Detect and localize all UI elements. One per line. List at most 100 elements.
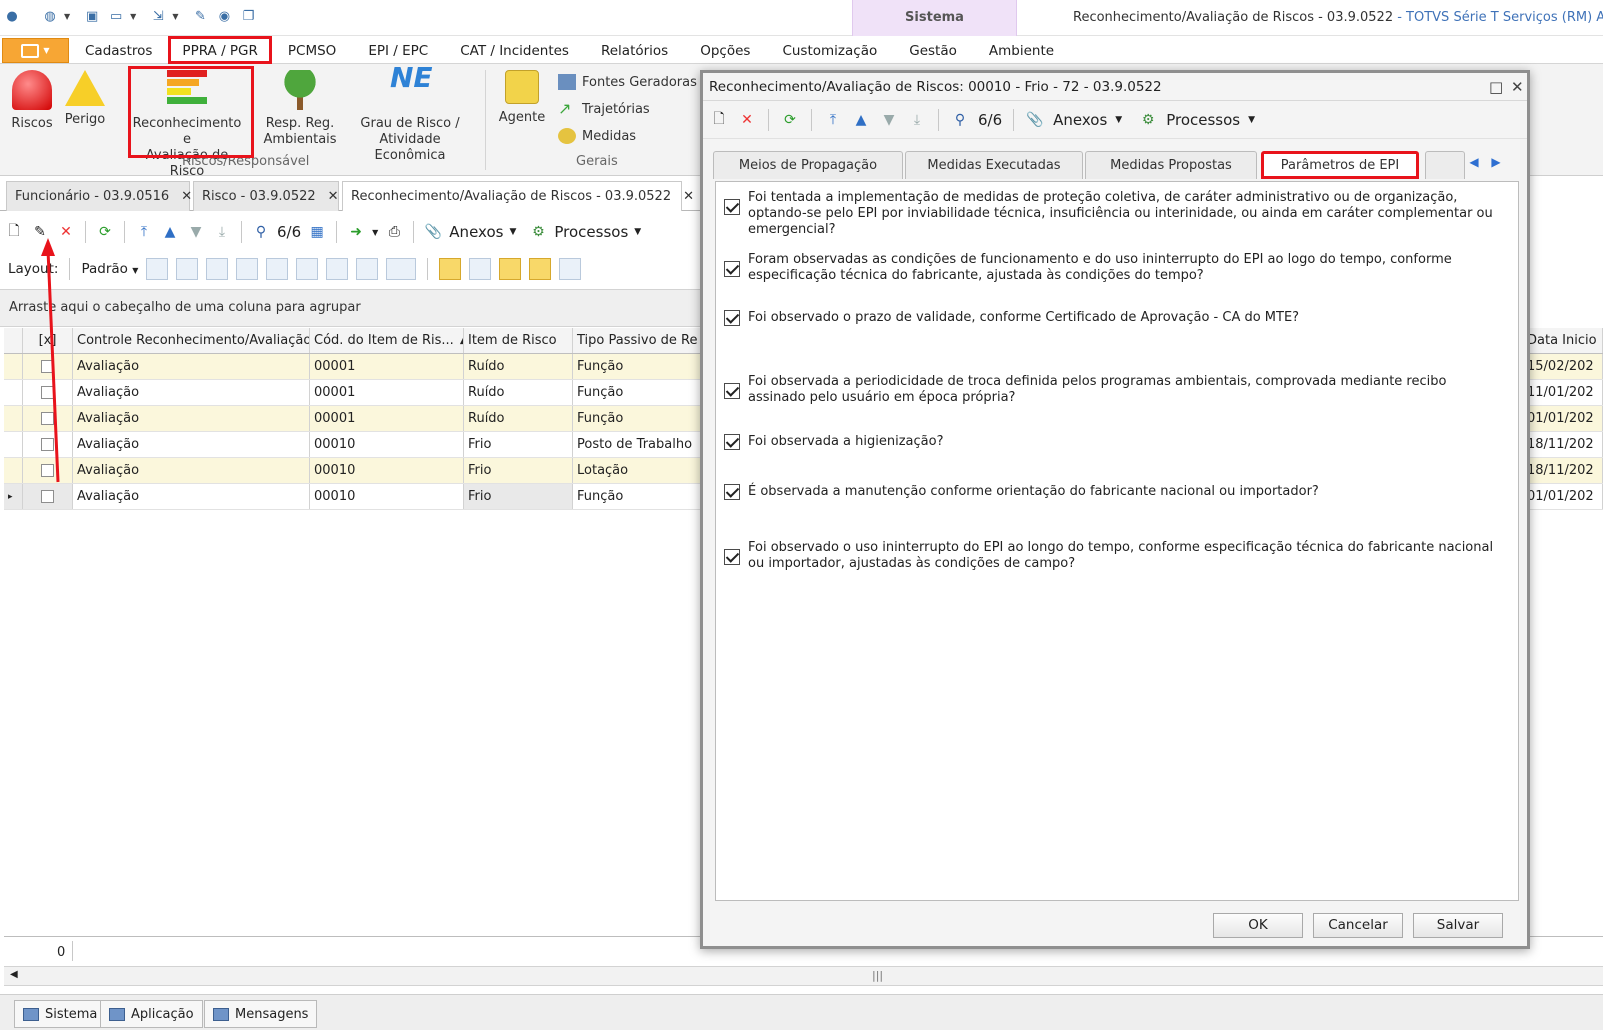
view-card-icon[interactable] <box>529 258 552 280</box>
tab-overflow[interactable] <box>1425 151 1465 179</box>
row-checkbox[interactable] <box>41 490 54 503</box>
import-icon[interactable] <box>236 258 259 280</box>
window-add-icon[interactable]: ▣ <box>82 6 102 26</box>
column-header-tipo-passivo[interactable]: Tipo Passivo de Re <box>573 328 703 353</box>
close-icon[interactable]: ✕ <box>1511 73 1524 101</box>
internet-icon[interactable]: ◉ <box>214 6 234 26</box>
gears-icon[interactable]: ⚙ <box>528 222 548 242</box>
previous-record-icon[interactable]: ▲ <box>160 222 180 242</box>
question-checkbox[interactable] <box>724 434 740 450</box>
tab-epi-epc[interactable]: EPI / EPC <box>352 36 444 64</box>
horizontal-scrollbar[interactable]: ◀ ||| <box>4 966 1603 986</box>
chevron-down-icon[interactable]: ▼ <box>130 12 136 21</box>
refresh-icon[interactable]: ⟳ <box>95 222 115 242</box>
row-checkbox[interactable] <box>41 386 54 399</box>
view-grid-icon[interactable] <box>499 258 522 280</box>
doc-tab-reconhecimento[interactable]: Reconhecimento/Avaliação de Riscos - 03.… <box>342 181 694 211</box>
epi-question-5[interactable]: Foi observada a higienização? <box>724 434 1504 450</box>
column-header-item-risco[interactable]: Item de Risco <box>464 328 573 353</box>
chevron-down-icon[interactable]: ▼ <box>64 12 70 21</box>
epi-question-7[interactable]: Foi observado o uso ininterrupto do EPI … <box>724 540 1504 572</box>
scroll-thumb[interactable]: ||| <box>872 969 883 982</box>
view-detail-icon[interactable] <box>469 258 492 280</box>
layout-delete-icon[interactable] <box>176 258 199 280</box>
tab-ambiente[interactable]: Ambiente <box>973 36 1070 64</box>
sum-icon[interactable] <box>326 258 349 280</box>
layout-save-icon[interactable] <box>146 258 169 280</box>
dialog-processos-button[interactable]: Processos <box>1166 111 1240 129</box>
status-mensagens-button[interactable]: Mensagens <box>204 1000 318 1028</box>
grau-risco-button[interactable]: NE Grau de Risco / Atividade Econômica <box>346 64 474 164</box>
next-record-icon[interactable]: ▼ <box>879 110 899 130</box>
first-record-icon[interactable]: ⤒ <box>134 222 154 242</box>
chevron-down-icon[interactable]: ▼ <box>172 12 178 21</box>
scroll-left-icon[interactable]: ◀ <box>10 969 18 980</box>
anexos-button[interactable]: Anexos <box>449 223 503 241</box>
question-checkbox[interactable] <box>724 383 740 399</box>
grid-view-icon[interactable]: ▦ <box>307 222 327 242</box>
question-checkbox[interactable] <box>724 549 740 565</box>
doc-tab-funcionario[interactable]: Funcionário - 03.9.0516 ✕ <box>6 181 192 211</box>
column-header-data-inicio[interactable]: Data Inicio <box>1523 328 1603 353</box>
app-logo-icon[interactable]: ● <box>2 6 22 26</box>
close-icon[interactable]: ✕ <box>683 189 694 204</box>
chevron-down-icon[interactable]: ▼ <box>1248 115 1255 125</box>
resp-reg-ambientais-button[interactable]: Resp. Reg. Ambientais <box>262 70 338 148</box>
tab-medidas-propostas[interactable]: Medidas Propostas <box>1085 151 1257 179</box>
epi-question-1[interactable]: Foi tentada a implementação de medidas d… <box>724 190 1504 238</box>
window-layout-icon[interactable]: ▭ <box>106 6 126 26</box>
epi-question-6[interactable]: É observada a manutenção conforme orient… <box>724 484 1504 500</box>
question-checkbox[interactable] <box>724 199 740 215</box>
application-menu-button[interactable]: ▼ <box>2 38 69 63</box>
column-header-cod-item[interactable]: Cód. do Item de Ris...▲ <box>310 328 464 353</box>
copy-icon[interactable]: ❐ <box>238 6 258 26</box>
chevron-down-icon[interactable]: ▼ <box>634 227 641 237</box>
row-checkbox[interactable] <box>41 412 54 425</box>
tab-customizacao[interactable]: Customização <box>766 36 893 64</box>
delete-icon[interactable]: ✕ <box>56 222 76 242</box>
processos-button[interactable]: Processos <box>554 223 628 241</box>
cancel-button[interactable]: Cancelar <box>1313 913 1403 938</box>
export-arrow-icon[interactable]: ➜ <box>346 222 366 242</box>
next-record-icon[interactable]: ▼ <box>186 222 206 242</box>
paperclip-icon[interactable]: 📎 <box>1025 110 1045 130</box>
binoculars-icon[interactable]: ⚲ <box>251 222 271 242</box>
riscos-button[interactable]: Riscos <box>10 70 54 132</box>
dialog-title-bar[interactable]: Reconhecimento/Avaliação de Riscos: 0001… <box>703 73 1527 101</box>
maximize-icon[interactable]: □ <box>1489 73 1503 101</box>
context-tab-sistema[interactable]: Sistema <box>852 0 1017 36</box>
tab-parametros-epi[interactable]: Parâmetros de EPI <box>1261 151 1419 179</box>
refresh-icon[interactable]: ⟳ <box>780 110 800 130</box>
tab-meios-propagacao[interactable]: Meios de Propagação <box>713 151 903 179</box>
epi-question-4[interactable]: Foi observada a periodicidade de troca d… <box>724 374 1504 406</box>
tab-cat-incidentes[interactable]: CAT / Incidentes <box>444 36 585 64</box>
highlight-icon[interactable] <box>356 258 379 280</box>
status-aplicacao-button[interactable]: Aplicação <box>100 1000 203 1028</box>
column-header-controle[interactable]: Controle Reconhecimento/Avaliação <box>73 328 310 353</box>
chart-icon[interactable] <box>386 258 417 280</box>
chevron-down-icon[interactable]: ▼ <box>1115 115 1122 125</box>
row-checkbox[interactable] <box>41 464 54 477</box>
globe-icon[interactable]: ◍ <box>40 6 60 26</box>
tab-relatorios[interactable]: Relatórios <box>585 36 684 64</box>
tab-cadastros[interactable]: Cadastros <box>69 36 168 64</box>
ok-button[interactable]: OK <box>1213 913 1303 938</box>
last-record-icon[interactable]: ⤓ <box>907 110 927 130</box>
question-checkbox[interactable] <box>724 484 740 500</box>
previous-record-icon[interactable]: ▲ <box>851 110 871 130</box>
doc-tab-risco[interactable]: Risco - 03.9.0522 ✕ <box>193 181 339 211</box>
question-checkbox[interactable] <box>724 310 740 326</box>
print-icon[interactable]: ⎙ <box>384 222 404 242</box>
agente-button[interactable]: Agente <box>496 70 548 126</box>
tab-scroll-left-icon[interactable]: ◀ <box>1465 153 1483 171</box>
trajetorias-button[interactable]: ↗ Trajetórias <box>558 101 650 117</box>
tools-icon[interactable]: ✎ <box>190 6 210 26</box>
close-icon[interactable]: ✕ <box>328 189 339 204</box>
chevron-down-icon[interactable]: ▼ <box>509 227 516 237</box>
status-sistema-button[interactable]: Sistema <box>14 1000 107 1028</box>
layout-select[interactable]: Padrão ▼ <box>81 261 138 277</box>
columns-icon[interactable] <box>206 258 229 280</box>
tab-gestao[interactable]: Gestão <box>893 36 973 64</box>
font-icon[interactable] <box>559 258 582 280</box>
export-icon[interactable]: ⇲ <box>148 6 168 26</box>
